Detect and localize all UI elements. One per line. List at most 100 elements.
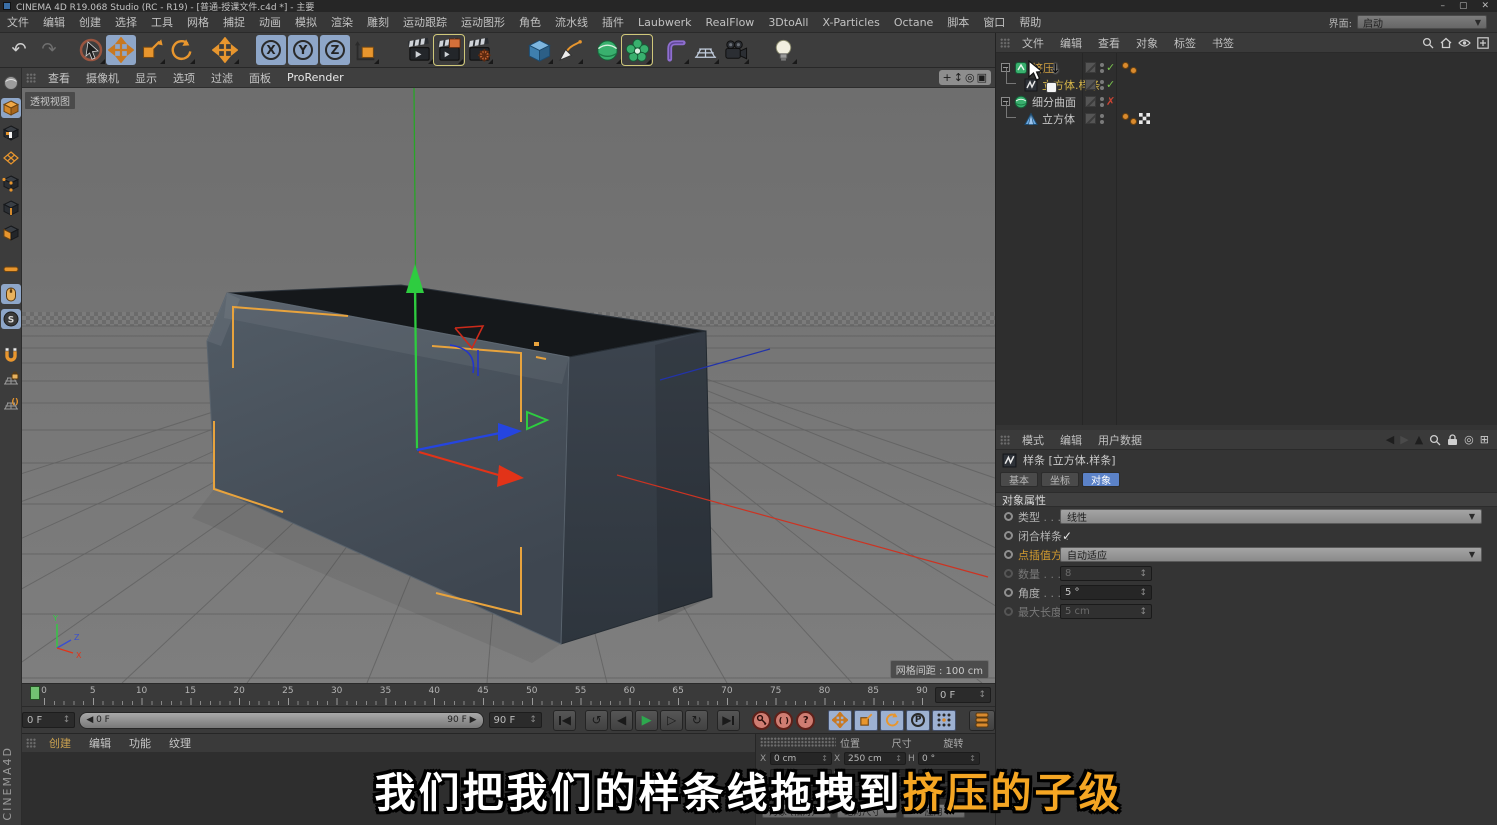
lock-y-axis-button[interactable]: Y [288, 35, 318, 65]
add-mograph-button[interactable] [622, 35, 652, 65]
object-label[interactable]: 挤压 [1032, 60, 1054, 76]
add-light-button[interactable] [768, 35, 798, 65]
maximize-icon[interactable]: ▢ [1459, 1, 1468, 11]
eye-icon[interactable] [1458, 38, 1471, 48]
add-environment-button[interactable] [690, 35, 720, 65]
points-mode-button[interactable] [1, 173, 21, 193]
menu-pipeline[interactable]: 流水线 [548, 14, 595, 30]
tab-coordinates[interactable]: 坐标 [1041, 472, 1079, 487]
add-generator-button[interactable] [592, 35, 622, 65]
target-icon[interactable]: ◎ [1464, 433, 1474, 446]
radio-icon[interactable] [1004, 531, 1013, 540]
menu-file[interactable]: 文件 [0, 14, 36, 30]
enable-axis-button[interactable] [1, 259, 21, 279]
object-row-cube[interactable]: 立方体 [996, 110, 1497, 127]
visibility-dots[interactable] [1100, 63, 1104, 73]
enable-snap-button[interactable] [1, 345, 21, 365]
menu-laubwerk[interactable]: Laubwerk [631, 16, 698, 29]
frame-field[interactable]: 0 F↕ [935, 687, 991, 703]
zoom-view-icon[interactable]: ↕ [954, 71, 963, 84]
enabled-check[interactable]: ✓ [1106, 78, 1115, 91]
menu-character[interactable]: 角色 [512, 14, 548, 30]
vp-menu-display[interactable]: 显示 [127, 70, 165, 86]
play-button[interactable]: ▶ [635, 710, 658, 731]
tab-basic[interactable]: 基本 [1000, 472, 1038, 487]
planar-workplane-button[interactable]: () [1, 395, 21, 415]
vp-menu-options[interactable]: 选项 [165, 70, 203, 86]
add-spline-button[interactable] [554, 35, 584, 65]
om-menu-file[interactable]: 文件 [1014, 35, 1052, 51]
vp-menu-filter[interactable]: 过滤 [203, 70, 241, 86]
rot-h-field[interactable]: 0 °↕ [918, 752, 980, 765]
next-frame-button[interactable]: ▷ [660, 710, 683, 731]
drag-handle-icon[interactable] [1000, 435, 1010, 445]
menu-sculpt[interactable]: 雕刻 [360, 14, 396, 30]
pos-x-field[interactable]: 0 cm↕ [770, 752, 832, 765]
menu-3dtoall[interactable]: 3DtoAll [761, 16, 815, 29]
layer-color-box[interactable] [1085, 79, 1096, 90]
menu-animate[interactable]: 动画 [252, 14, 288, 30]
snap-settings-button[interactable]: S [1, 309, 21, 329]
pan-view-icon[interactable]: + [943, 71, 952, 84]
object-row-spline[interactable]: 立方体.样条 ✓ [996, 76, 1497, 93]
visibility-dots[interactable] [1100, 97, 1104, 107]
add-camera-button[interactable] [720, 35, 750, 65]
next-key-button[interactable]: ↻ [685, 710, 708, 731]
add-primitive-button[interactable] [524, 35, 554, 65]
interpolation-dropdown[interactable]: 自动适应▼ [1060, 547, 1482, 562]
visibility-dots[interactable] [1100, 114, 1104, 124]
drag-handle-icon[interactable] [26, 73, 36, 83]
viewport-solo-button[interactable] [1, 284, 21, 304]
object-row-subdivision[interactable]: − 细分曲面 ✗ [996, 93, 1497, 110]
size-y-field[interactable]: ↕ [844, 769, 906, 782]
lock-workplane-button[interactable] [1, 370, 21, 390]
vp-menu-panel[interactable]: 面板 [241, 70, 279, 86]
menu-edit[interactable]: 编辑 [36, 14, 72, 30]
menu-octane[interactable]: Octane [887, 16, 941, 29]
om-menu-edit[interactable]: 编辑 [1052, 35, 1090, 51]
workplane-mode-button[interactable] [1, 148, 21, 168]
menu-xparticles[interactable]: X-Particles [815, 16, 886, 29]
layer-color-box[interactable] [1085, 62, 1096, 73]
max-length-field[interactable]: 5 cm↕ [1060, 604, 1152, 619]
menu-window[interactable]: 窗口 [976, 14, 1012, 30]
am-menu-mode[interactable]: 模式 [1014, 432, 1052, 448]
scale-tool[interactable] [136, 35, 166, 65]
layer-color-box[interactable] [1085, 113, 1096, 124]
drag-handle-icon[interactable] [1000, 38, 1010, 48]
spinner-icon[interactable]: ↕ [63, 715, 71, 725]
lock-x-axis-button[interactable]: X [256, 35, 286, 65]
pos-z-field[interactable]: ↕ [770, 786, 832, 799]
radio-icon[interactable] [1004, 512, 1013, 521]
key-scale-toggle[interactable] [854, 710, 878, 731]
search-icon[interactable] [1422, 37, 1434, 49]
menu-realflow[interactable]: RealFlow [698, 16, 761, 29]
menu-select[interactable]: 选择 [108, 14, 144, 30]
close-spline-checkbox[interactable]: ✓ [1062, 529, 1072, 543]
key-position-toggle[interactable] [828, 710, 852, 731]
add-deformer-button[interactable] [660, 35, 690, 65]
number-field[interactable]: 8↕ [1060, 566, 1152, 581]
texture-mode-button[interactable] [1, 123, 21, 143]
mat-menu-texture[interactable]: 纹理 [160, 735, 200, 751]
history-back-icon[interactable]: ◀ [1386, 433, 1394, 446]
record-keyframe-button[interactable] [752, 711, 771, 730]
enabled-check[interactable]: ✓ [1106, 61, 1115, 74]
object-label[interactable]: 细分曲面 [1032, 94, 1076, 110]
home-icon[interactable] [1440, 37, 1452, 49]
key-parameter-toggle[interactable]: P [906, 710, 930, 731]
lock-icon[interactable] [1447, 434, 1458, 446]
menu-help[interactable]: 帮助 [1012, 14, 1048, 30]
menu-motion-tracker[interactable]: 运动跟踪 [396, 14, 454, 30]
minimize-icon[interactable]: – [1440, 1, 1445, 11]
disabled-cross[interactable]: ✗ [1106, 95, 1115, 108]
live-selection-tool[interactable] [76, 35, 106, 65]
drag-handle-icon[interactable] [760, 737, 836, 747]
timeline-ruler[interactable]: 051015202530354045505560657075808590 0 F… [22, 683, 995, 706]
playhead-marker[interactable] [30, 686, 40, 700]
interface-dropdown[interactable]: 启动 ▼ [1357, 15, 1487, 29]
pos-y-field[interactable]: ↕ [770, 769, 832, 782]
visibility-dots[interactable] [1100, 80, 1104, 90]
menu-simulate[interactable]: 模拟 [288, 14, 324, 30]
vp-menu-view[interactable]: 查看 [40, 70, 78, 86]
